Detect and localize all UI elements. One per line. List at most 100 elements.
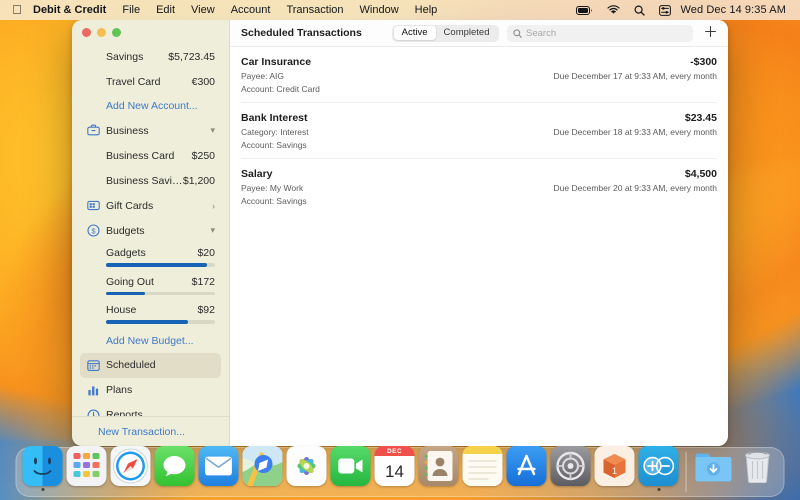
budget-item-house[interactable]: House $92 bbox=[80, 300, 221, 324]
menu-item-view[interactable]: View bbox=[183, 0, 223, 20]
dock-item-messages[interactable] bbox=[154, 446, 195, 491]
sidebar-item-reports[interactable]: Reports bbox=[80, 403, 221, 416]
filter-segmented-control[interactable]: Active Completed bbox=[392, 24, 499, 42]
sidebar-item-scheduled[interactable]: Scheduled bbox=[80, 352, 221, 378]
sidebar-group-business[interactable]: Business ▾ bbox=[80, 118, 221, 143]
sidebar-group-label: Gift Cards bbox=[106, 199, 154, 212]
chevron-down-icon[interactable]: ▾ bbox=[210, 225, 215, 236]
sidebar-item-travel-card[interactable]: Travel Card €300 bbox=[80, 69, 221, 94]
menu-app-name[interactable]: Debit & Credit bbox=[25, 0, 114, 20]
transaction-meta-account: Account: Savings bbox=[241, 196, 307, 206]
add-new-account-link[interactable]: Add New Account... bbox=[80, 94, 221, 118]
downloads-folder-icon[interactable] bbox=[694, 446, 734, 486]
dock-item-contacts[interactable] bbox=[418, 446, 459, 491]
dock-item-app-store[interactable] bbox=[506, 446, 547, 491]
wifi-icon[interactable] bbox=[600, 5, 627, 15]
search-icon[interactable] bbox=[627, 4, 652, 16]
menu-item-help[interactable]: Help bbox=[407, 0, 446, 20]
menu-item-account[interactable]: Account bbox=[223, 0, 279, 20]
dock-item-facetime[interactable] bbox=[330, 446, 371, 491]
budget-progress-track bbox=[106, 263, 215, 267]
debit-credit-icon[interactable] bbox=[638, 446, 679, 486]
battery-icon[interactable] bbox=[569, 5, 600, 15]
budget-amount: $172 bbox=[191, 275, 215, 288]
sidebar-item-business-card[interactable]: Business Card $250 bbox=[80, 143, 221, 168]
control-center-icon[interactable] bbox=[652, 4, 678, 16]
dock-item-safari[interactable] bbox=[110, 446, 151, 491]
sidebar-item-label: Business Savings bbox=[106, 174, 183, 187]
budget-progress-fill bbox=[106, 320, 188, 324]
apple-menu-icon[interactable]:  bbox=[9, 0, 25, 20]
dock-item-trash[interactable] bbox=[738, 446, 778, 491]
budget-progress-track bbox=[106, 291, 215, 295]
sidebar-group-budgets[interactable]: $ Budgets ▾ bbox=[80, 218, 221, 243]
menu-bar:  Debit & Credit File Edit View Account … bbox=[0, 0, 800, 20]
tab-completed[interactable]: Completed bbox=[436, 26, 498, 40]
sidebar-group-label: Budgets bbox=[106, 224, 145, 237]
minimize-button[interactable] bbox=[97, 27, 106, 37]
safari-icon[interactable] bbox=[110, 446, 151, 486]
maps-icon[interactable] bbox=[242, 446, 283, 486]
budget-progress-fill bbox=[106, 263, 208, 267]
close-button[interactable] bbox=[82, 27, 91, 37]
photos-icon[interactable] bbox=[286, 446, 327, 486]
calendar-icon[interactable]: DEC 14 bbox=[374, 446, 415, 486]
sidebar-item-business-savings[interactable]: Business Savings $1,200 bbox=[80, 168, 221, 193]
transactions-list[interactable]: Car Insurance -$300 Payee: AIG Due Decem… bbox=[230, 47, 728, 446]
sidebar-item-label: Savings bbox=[106, 50, 144, 63]
add-new-budget-link[interactable]: Add New Budget... bbox=[80, 329, 221, 353]
messages-icon[interactable] bbox=[154, 446, 195, 486]
menu-item-transaction[interactable]: Transaction bbox=[278, 0, 351, 20]
dock: DEC 14 1 bbox=[15, 446, 785, 497]
dock-item-calendar[interactable]: DEC 14 bbox=[374, 446, 415, 491]
trash-icon[interactable] bbox=[738, 446, 778, 486]
app-store-icon[interactable] bbox=[506, 446, 547, 486]
contacts-icon[interactable] bbox=[418, 446, 459, 486]
dock-item-system-settings[interactable] bbox=[550, 446, 591, 491]
sidebar-group-label: Business bbox=[106, 124, 149, 137]
dock-item-downloads[interactable] bbox=[694, 446, 734, 491]
sidebar-item-savings[interactable]: Savings $5,723.45 bbox=[80, 44, 221, 69]
budget-label: House bbox=[106, 304, 137, 316]
add-transaction-button[interactable] bbox=[703, 25, 718, 41]
menubar-clock[interactable]: Wed Dec 14 9:35 AM bbox=[678, 4, 792, 16]
system-settings-icon[interactable] bbox=[550, 446, 591, 486]
chevron-right-icon[interactable]: › bbox=[212, 201, 215, 211]
svg-text:$: $ bbox=[91, 226, 95, 235]
sidebar-scroll-area[interactable]: Savings $5,723.45 Travel Card €300 Add N… bbox=[72, 44, 229, 416]
notes-icon[interactable] bbox=[462, 446, 503, 486]
mail-icon[interactable] bbox=[198, 446, 239, 486]
window-controls bbox=[72, 20, 229, 44]
dock-item-launchpad[interactable] bbox=[66, 446, 107, 491]
dock-item-photos[interactable] bbox=[286, 446, 327, 491]
sidebar-group-gift-cards[interactable]: Gift Cards › bbox=[80, 193, 221, 218]
transaction-meta-account: Account: Savings bbox=[241, 140, 307, 150]
menu-item-edit[interactable]: Edit bbox=[148, 0, 183, 20]
budget-item-gadgets[interactable]: Gadgets $20 bbox=[80, 243, 221, 267]
sidebar-item-plans[interactable]: Plans bbox=[80, 378, 221, 403]
budget-item-going-out[interactable]: Going Out $172 bbox=[80, 272, 221, 295]
package-icon[interactable]: 1 bbox=[594, 446, 635, 486]
table-row[interactable]: Salary $4,500 Payee: My Work Due Decembe… bbox=[241, 159, 717, 214]
maximize-button[interactable] bbox=[112, 27, 121, 37]
finder-icon[interactable] bbox=[22, 446, 63, 486]
table-row[interactable]: Car Insurance -$300 Payee: AIG Due Decem… bbox=[241, 47, 717, 103]
menu-item-window[interactable]: Window bbox=[352, 0, 407, 20]
search-input[interactable]: Search bbox=[507, 24, 693, 42]
dock-item-mail[interactable] bbox=[198, 446, 239, 491]
menu-item-file[interactable]: File bbox=[114, 0, 148, 20]
transaction-meta-payee: Payee: My Work bbox=[241, 183, 304, 193]
table-row[interactable]: Bank Interest $23.45 Category: Interest … bbox=[241, 103, 717, 159]
chevron-down-icon[interactable]: ▾ bbox=[210, 125, 215, 136]
dock-item-finder[interactable] bbox=[22, 446, 63, 491]
dock-item-debit-credit[interactable] bbox=[638, 446, 679, 491]
launchpad-icon[interactable] bbox=[66, 446, 107, 486]
dock-item-notes[interactable] bbox=[462, 446, 503, 491]
tab-active[interactable]: Active bbox=[393, 26, 436, 40]
dock-item-maps[interactable] bbox=[242, 446, 283, 491]
facetime-icon[interactable] bbox=[330, 446, 371, 486]
briefcase-icon bbox=[86, 124, 100, 138]
new-transaction-link[interactable]: New Transaction... bbox=[72, 416, 229, 446]
budget-label: Going Out bbox=[106, 275, 154, 288]
dock-item-package[interactable]: 1 bbox=[594, 446, 635, 491]
